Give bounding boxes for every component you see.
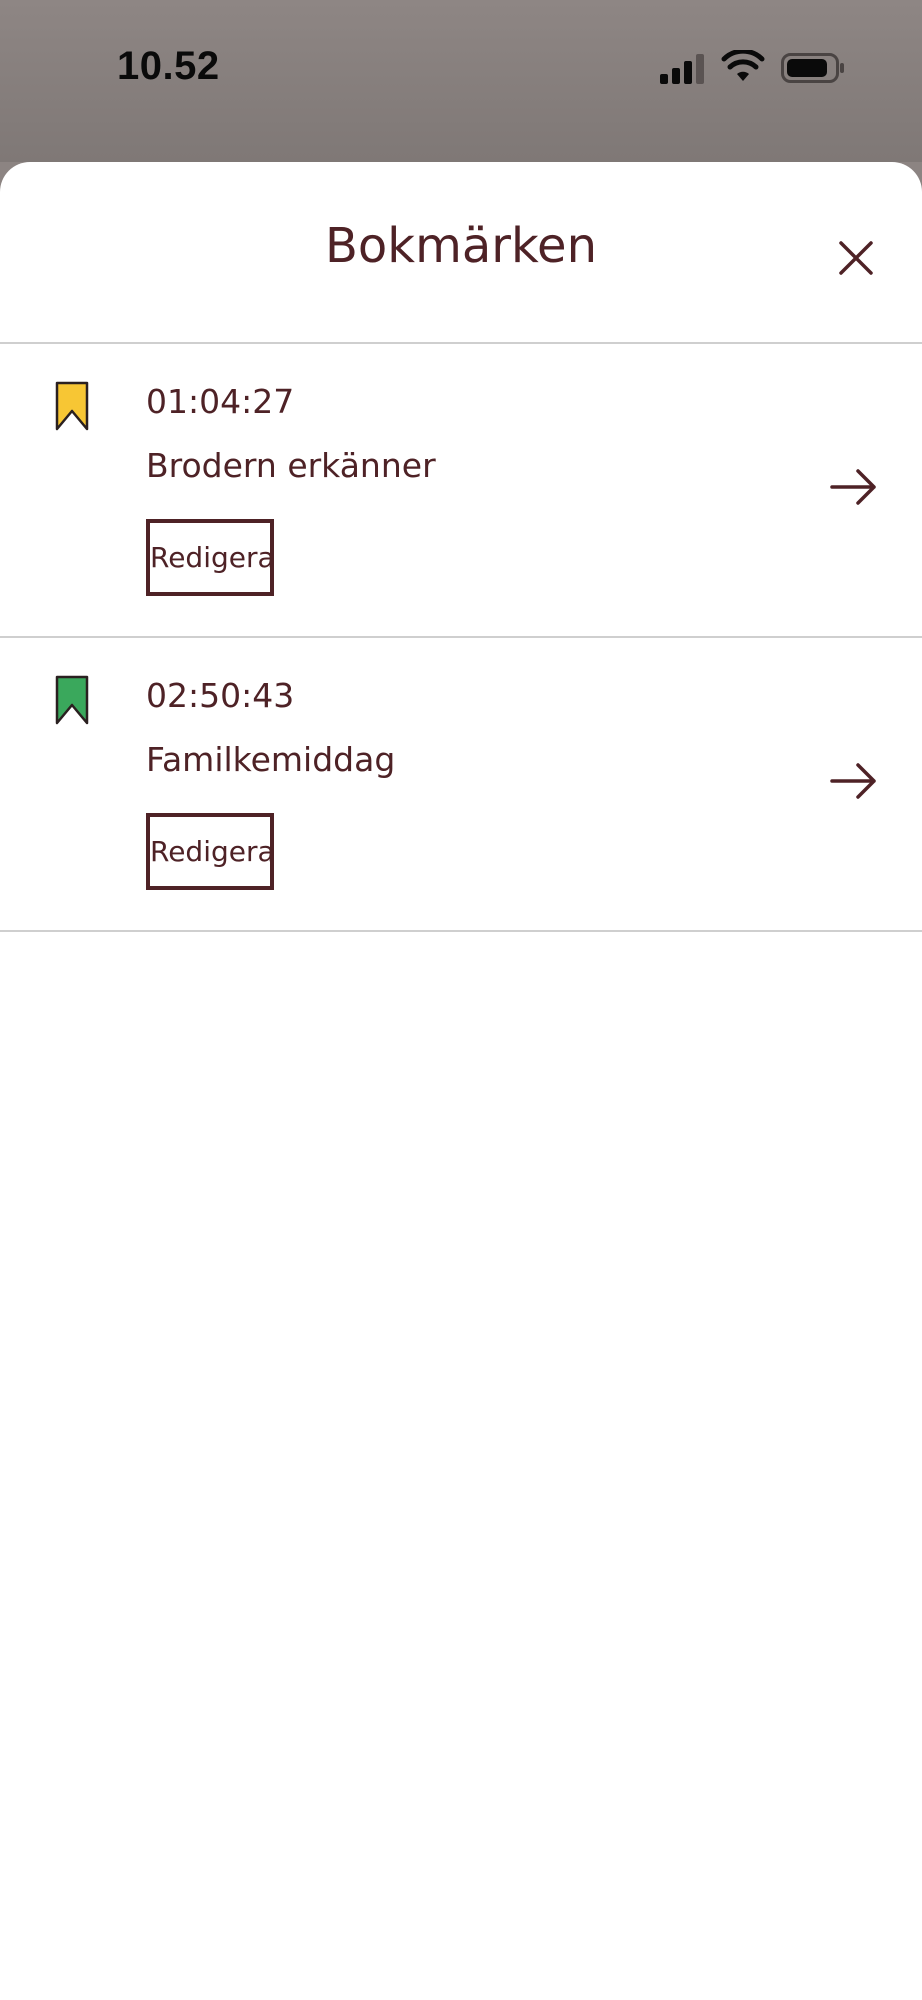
bookmark-icon: [55, 381, 89, 431]
arrow-right-icon[interactable]: [826, 459, 882, 515]
close-icon: [839, 241, 873, 275]
bookmark-list: 01:04:27 Brodern erkänner Redigera 02:50…: [0, 344, 922, 932]
sheet-title: Bokmärken: [324, 218, 598, 274]
status-bar: 10.52: [0, 0, 922, 162]
battery-icon: [781, 53, 844, 83]
bookmark-time: 01:04:27: [146, 382, 295, 421]
sheet-header: Bokmärken: [0, 162, 922, 344]
bookmark-time: 02:50:43: [146, 676, 295, 715]
bookmarks-sheet: Bokmärken 01:04:27 Brodern erkänner Redi…: [0, 162, 922, 2000]
bookmark-icon: [55, 675, 89, 725]
status-time: 10.52: [117, 44, 220, 88]
arrow-right-icon[interactable]: [826, 753, 882, 809]
edit-button[interactable]: Redigera: [146, 813, 275, 890]
bookmark-row[interactable]: 02:50:43 Familkemiddag Redigera: [0, 638, 922, 932]
edit-button[interactable]: Redigera: [146, 519, 275, 596]
cellular-signal-icon: [660, 54, 704, 84]
bookmark-title: Familkemiddag: [146, 740, 396, 779]
bookmark-row[interactable]: 01:04:27 Brodern erkänner Redigera: [0, 344, 922, 638]
bookmark-title: Brodern erkänner: [146, 446, 436, 485]
close-button[interactable]: [826, 228, 886, 288]
wifi-icon: [721, 50, 765, 81]
